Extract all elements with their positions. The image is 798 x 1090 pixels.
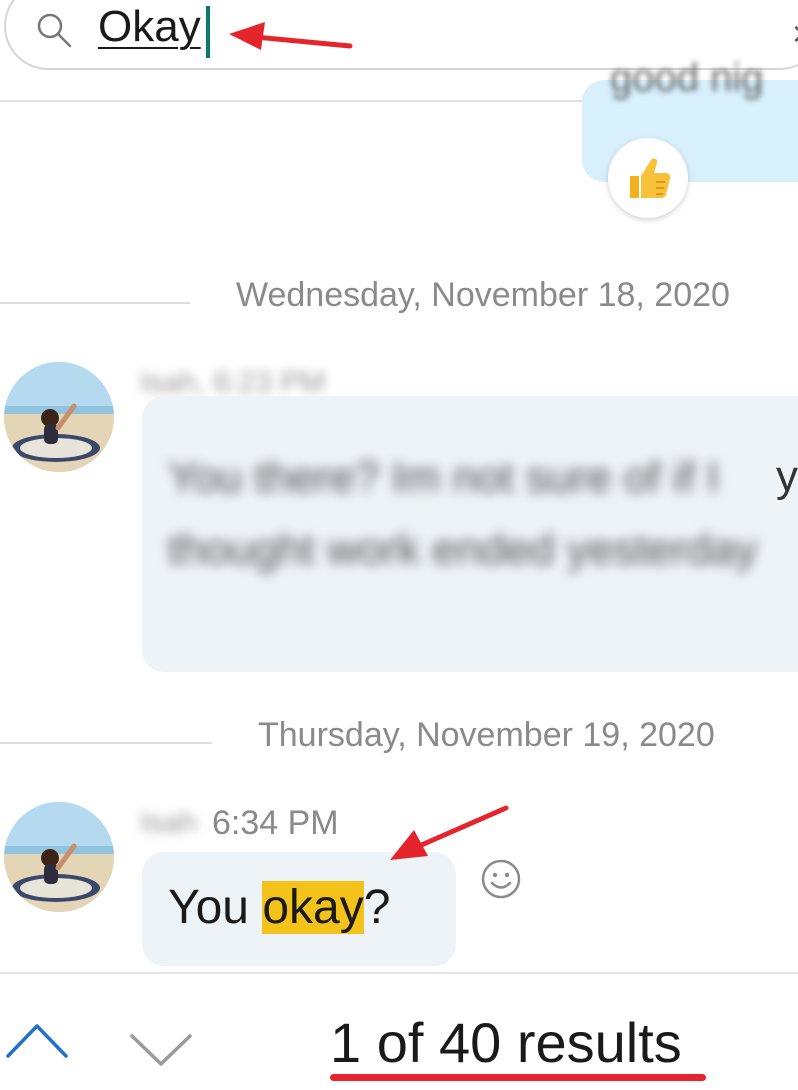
incoming-message-text: You there? Im not sure of if I thought w… [168, 453, 758, 574]
date-label: Thursday, November 19, 2020 [258, 716, 715, 754]
text-caret [206, 6, 210, 58]
sender-name: Isah, 6:23 PM [140, 366, 326, 399]
message-time: 6:34 PM [212, 804, 339, 842]
annotation-underline [330, 1074, 706, 1081]
date-separator-line [0, 742, 212, 744]
search-input[interactable]: Okay [98, 2, 201, 52]
search-match-highlight: okay [262, 881, 364, 934]
date-separator-line [0, 302, 190, 304]
add-reaction-smiley-icon[interactable] [480, 858, 522, 900]
chat-screen: Okay × good nig Wednesday, November 18, … [0, 0, 798, 1090]
message-text-peek: y [776, 452, 798, 501]
search-results-count: 1 of 40 results [330, 1011, 682, 1074]
date-separator: Wednesday, November 18, 2020 [0, 276, 798, 326]
date-label: Wednesday, November 18, 2020 [236, 276, 730, 314]
reaction-badge[interactable] [608, 138, 688, 218]
avatar[interactable] [4, 802, 114, 912]
previous-result-chevron-up-icon[interactable] [4, 1020, 70, 1060]
incoming-message-bubble[interactable]: You okay? [142, 852, 456, 966]
clear-icon[interactable]: × [792, 16, 798, 52]
avatar[interactable] [4, 362, 114, 472]
date-separator: Thursday, November 19, 2020 [0, 716, 798, 766]
outgoing-message-text: good nig [610, 56, 764, 100]
next-result-chevron-down-icon[interactable] [128, 1030, 194, 1070]
search-icon [37, 13, 72, 48]
sender-name: Isah [140, 806, 197, 839]
bottom-divider [0, 972, 798, 974]
incoming-message-text: You okay? [168, 880, 390, 935]
message-text-before: You [168, 881, 263, 934]
message-text-after: ? [363, 881, 391, 934]
thumbs-up-icon [630, 158, 671, 198]
incoming-message-bubble[interactable]: You there? Im not sure of if I thought w… [142, 396, 798, 672]
